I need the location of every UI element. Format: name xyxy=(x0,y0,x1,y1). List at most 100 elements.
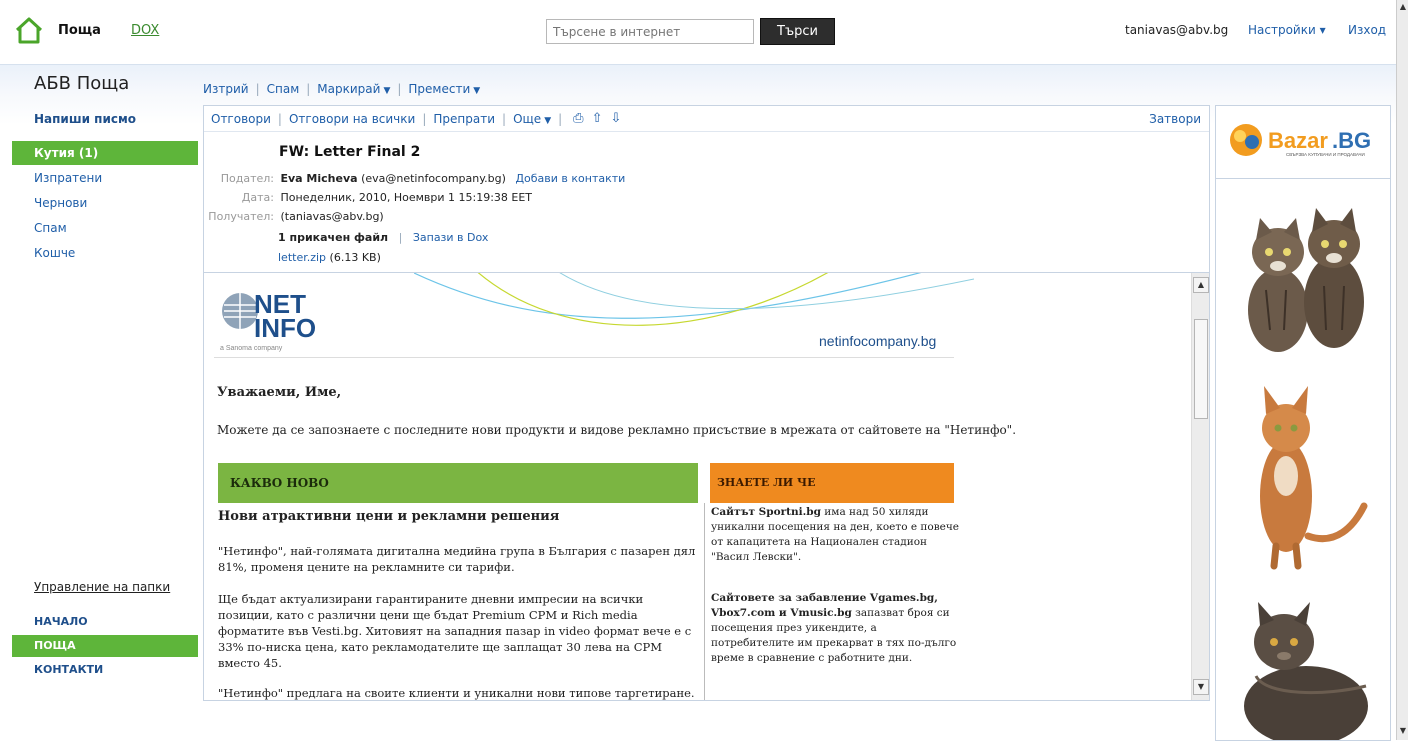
save-dox-link[interactable]: Запази в Dox xyxy=(413,231,489,244)
what-new-heading: КАКВО НОВО xyxy=(218,463,698,503)
reply-all-button[interactable]: Отговори на всички xyxy=(289,112,415,126)
separator: | xyxy=(255,82,260,96)
nav-mail[interactable]: ПОЩА xyxy=(12,635,198,657)
sidebar: АБВ Поща Напиши писмо Кутия (1) Изпратен… xyxy=(0,65,200,741)
know-paragraph-1: Сайтът Sportni.bg има над 50 хиляди уник… xyxy=(711,505,961,565)
attachment-link[interactable]: letter.zip xyxy=(278,251,326,264)
chevron-down-icon: ▼ xyxy=(473,86,481,96)
more-dropdown[interactable]: Още ▼ xyxy=(513,112,551,126)
add-contact-link[interactable]: Добави в контакти xyxy=(515,172,625,185)
mark-label: Маркирай xyxy=(317,82,381,96)
folder-spam[interactable]: Спам xyxy=(12,216,198,240)
from-row: Подател: Eva Micheva (eva@netinfocompany… xyxy=(204,172,626,185)
folder-list: Кутия (1) Изпратени Чернови Спам Кошче xyxy=(12,141,198,266)
svg-text:INFO: INFO xyxy=(254,313,316,343)
separator: | xyxy=(558,111,563,126)
separator: | xyxy=(422,111,427,126)
ad-banner[interactable]: Bazar .BG СВЪРЗВА КУПУВАЧИ И ПРОДАВАЧИ xyxy=(1215,105,1391,741)
message-panel: Отговори | Отговори на всички | Препрати… xyxy=(203,105,1210,701)
user-email: taniavas@abv.bg xyxy=(1125,23,1229,37)
dox-link[interactable]: DOX xyxy=(131,23,159,38)
message-toolbar: Отговори | Отговори на всички | Препрати… xyxy=(204,106,1209,132)
attachments-row: 1 прикачен файл | Запази в Dox xyxy=(278,231,488,244)
attachments-count: 1 прикачен файл xyxy=(278,231,389,244)
netinfo-url[interactable]: netinfocompany.bg xyxy=(819,333,936,349)
folder-drafts[interactable]: Чернови xyxy=(12,191,198,215)
ginger-cat-image xyxy=(1260,386,1368,570)
print-icon[interactable]: ⎙ xyxy=(573,111,583,126)
manage-folders-link[interactable]: Управление на папки xyxy=(34,580,170,594)
separator: | xyxy=(306,82,311,96)
news-paragraph-3: "Нетинфо" предлага на своите клиенти и у… xyxy=(218,686,695,700)
kittens-image xyxy=(1248,208,1364,352)
bottom-nav: НАЧАЛО ПОЩА КОНТАКТИ xyxy=(12,611,198,683)
separator: | xyxy=(502,111,507,126)
attachment-item: letter.zip (6.13 KB) xyxy=(278,251,381,264)
brand-link[interactable]: Поща xyxy=(58,23,101,38)
delete-button[interactable]: Изтрий xyxy=(203,82,249,96)
svg-text:Bazar: Bazar xyxy=(1268,128,1328,153)
page-scrollbar[interactable]: ▲ ▼ xyxy=(1396,0,1408,740)
previous-message-icon[interactable]: ⇧ xyxy=(592,111,603,126)
page-scroll-down-arrow[interactable]: ▼ xyxy=(1398,726,1408,738)
from-label: Подател: xyxy=(220,172,274,185)
folder-sent[interactable]: Изпратени xyxy=(12,166,198,190)
did-you-know-heading: ЗНАЕТЕ ЛИ ЧЕ xyxy=(710,463,954,503)
scroll-down-arrow[interactable]: ▼ xyxy=(1193,679,1209,695)
mark-dropdown[interactable]: Маркирай ▼ xyxy=(317,82,390,96)
next-message-icon[interactable]: ⇩ xyxy=(610,111,621,126)
folder-trash[interactable]: Кошче xyxy=(12,241,198,265)
date-label: Дата: xyxy=(241,191,274,204)
separator: | xyxy=(398,231,403,244)
email-content: NET INFO a Sanoma company netinfocompany… xyxy=(214,273,1184,700)
email-body[interactable]: NET INFO a Sanoma company netinfocompany… xyxy=(204,272,1209,700)
search-button[interactable]: Търси xyxy=(760,18,835,45)
attachment-size: (6.13 KB) xyxy=(329,251,381,264)
to-label: Получател: xyxy=(208,210,274,223)
home-icon[interactable] xyxy=(14,16,44,44)
settings-link[interactable]: Настройки ▾ xyxy=(1248,23,1326,37)
ad-separator xyxy=(1216,178,1390,179)
chevron-down-icon: ▼ xyxy=(383,86,391,96)
move-label: Премести xyxy=(408,82,471,96)
date-row: Дата: Понеделник, 2010, Ноември 1 15:19:… xyxy=(204,191,532,204)
know-paragraph-2: Сайтовете за забавление Vgames.bg, Vbox7… xyxy=(711,591,961,666)
compose-link[interactable]: Напиши писмо xyxy=(34,112,136,126)
know-p1-bold: Сайтът Sportni.bg xyxy=(711,506,821,518)
persian-cat-image xyxy=(1244,602,1368,740)
email-greeting: Уважаеми, Име, xyxy=(217,385,342,400)
app-title: АБВ Поща xyxy=(34,73,130,94)
reply-button[interactable]: Отговори xyxy=(211,112,271,126)
nav-home[interactable]: НАЧАЛО xyxy=(12,611,198,633)
logo-tagline: a Sanoma company xyxy=(220,345,283,352)
news-paragraph-2: Ще бъдат актуализирани гарантираните дне… xyxy=(218,592,692,670)
bazar-logo: Bazar .BG СВЪРЗВА КУПУВАЧИ И ПРОДАВАЧИ xyxy=(1230,124,1371,157)
close-button[interactable]: Затвори xyxy=(1149,112,1201,126)
chevron-down-icon: ▼ xyxy=(544,115,552,126)
search-input[interactable] xyxy=(546,19,754,44)
date-value: Понеделник, 2010, Ноември 1 15:19:38 EET xyxy=(280,191,533,204)
news-paragraph-1: "Нетинфо", най-голямата дигитална медийн… xyxy=(218,544,696,574)
to-value: (taniavas@abv.bg) xyxy=(280,210,384,223)
scroll-up-arrow[interactable]: ▲ xyxy=(1193,277,1209,293)
from-name: Eva Micheva xyxy=(280,172,358,185)
page-scroll-up-arrow[interactable]: ▲ xyxy=(1398,2,1408,14)
folder-inbox[interactable]: Кутия (1) xyxy=(12,141,198,165)
forward-button[interactable]: Препрати xyxy=(433,112,495,126)
netinfo-logo: NET INFO a Sanoma company xyxy=(220,289,316,352)
email-scrollbar[interactable]: ▲ ▼ xyxy=(1191,273,1209,700)
news-title: Нови атрактивни цени и рекламни решения xyxy=(218,509,560,524)
separator: | xyxy=(397,82,402,96)
email-intro: Можете да се запознаете с последните нов… xyxy=(217,423,1017,437)
scroll-thumb[interactable] xyxy=(1194,319,1208,419)
move-dropdown[interactable]: Премести ▼ xyxy=(408,82,480,96)
separator: | xyxy=(277,111,282,126)
to-row: Получател: (taniavas@abv.bg) xyxy=(204,210,384,223)
top-bar: Поща DOX Търси taniavas@abv.bg Настройки… xyxy=(0,0,1396,64)
svg-text:.BG: .BG xyxy=(1332,128,1371,153)
spam-button[interactable]: Спам xyxy=(267,82,300,96)
logout-link[interactable]: Изход xyxy=(1348,23,1386,37)
nav-contacts[interactable]: КОНТАКТИ xyxy=(12,659,198,681)
from-email: (eva@netinfocompany.bg) xyxy=(361,172,506,185)
action-bar: Изтрий | Спам | Маркирай ▼ | Премести ▼ xyxy=(203,79,480,99)
